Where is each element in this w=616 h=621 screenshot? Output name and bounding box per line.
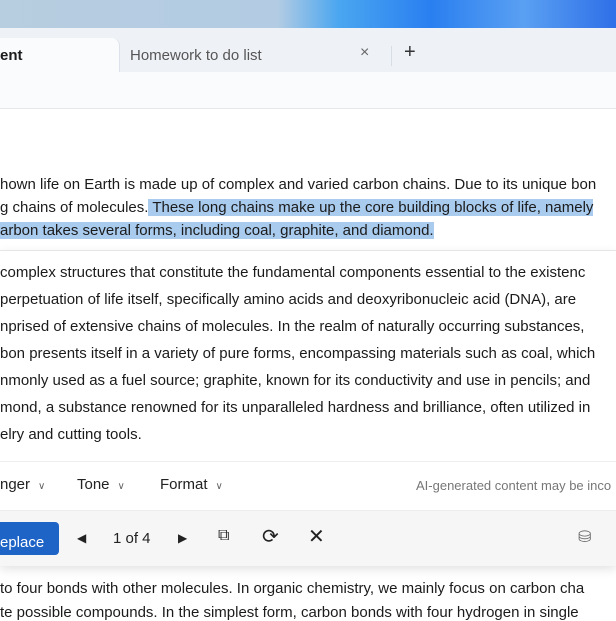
dropdown-label: Tone xyxy=(77,476,110,493)
format-dropdown[interactable]: Format ∨ xyxy=(160,476,223,493)
text-line: arbon takes several forms, including coa… xyxy=(0,222,434,239)
copy-icon[interactable]: ⧉ xyxy=(218,527,229,545)
page-counter: 1 of 4 xyxy=(113,530,151,547)
desktop-wallpaper xyxy=(0,0,616,28)
rewrite-panel: complex structures that constitute the f… xyxy=(0,250,616,566)
chevron-down-icon: ∨ xyxy=(215,481,223,492)
rewrite-actions: eplace ◀ 1 of 4 ▶ ⧉ ⟳ ✕ ⛁ xyxy=(0,510,616,566)
tab-active-document[interactable]: ent xyxy=(0,38,120,72)
tab-label: ent xyxy=(0,47,23,64)
dropdown-label: Format xyxy=(160,476,208,493)
ai-disclaimer: AI-generated content may be inco xyxy=(416,478,612,493)
rewrite-line: perpetuation of life itself, specificall… xyxy=(0,291,577,308)
dropdown-label: nger xyxy=(0,476,31,493)
selected-text: arbon takes several forms, including coa… xyxy=(0,222,434,239)
tone-dropdown[interactable]: Tone ∨ xyxy=(77,476,125,493)
text-plain: g chains of molecules. xyxy=(0,199,149,216)
text-line: te possible compounds. In the simplest f… xyxy=(0,604,579,621)
toolbar xyxy=(0,72,616,109)
selected-text: These long chains make up the core build… xyxy=(148,199,594,216)
length-dropdown[interactable]: nger ∨ xyxy=(0,476,45,493)
chevron-down-icon: ∨ xyxy=(38,481,46,492)
add-tab-icon[interactable]: + xyxy=(404,41,416,64)
previous-icon[interactable]: ◀ xyxy=(77,531,86,545)
rewrite-line: nprised of extensive chains of molecules… xyxy=(0,318,585,335)
divider xyxy=(391,46,392,66)
close-icon[interactable]: ✕ xyxy=(308,524,325,549)
tab-bar: ent Homework to do list × + xyxy=(0,28,616,72)
close-tab-icon[interactable]: × xyxy=(360,44,369,62)
regenerate-icon[interactable]: ⟳ xyxy=(262,524,279,549)
rewrite-options: nger ∨ Tone ∨ Format ∨ AI-generated content… xyxy=(0,461,616,501)
rewrite-line: complex structures that constitute the f… xyxy=(0,264,586,281)
next-icon[interactable]: ▶ xyxy=(178,531,187,545)
rewrite-line: elry and cutting tools. xyxy=(0,426,142,443)
rewrite-line: bon presents itself in a variety of pure… xyxy=(0,345,596,362)
text-line: g chains of molecules. These long chains… xyxy=(0,199,594,216)
database-icon[interactable]: ⛁ xyxy=(578,527,591,547)
rewrite-line: mond, a substance renowned for its unpar… xyxy=(0,399,591,416)
rewrite-line: nmonly used as a fuel source; graphite, … xyxy=(0,372,591,389)
chevron-down-icon: ∨ xyxy=(117,481,125,492)
tab-homework[interactable]: Homework to do list xyxy=(130,47,262,64)
text-line: hown life on Earth is made up of complex… xyxy=(0,176,597,193)
text-line: to four bonds with other molecules. In o… xyxy=(0,580,585,597)
replace-button[interactable]: eplace xyxy=(0,522,59,555)
